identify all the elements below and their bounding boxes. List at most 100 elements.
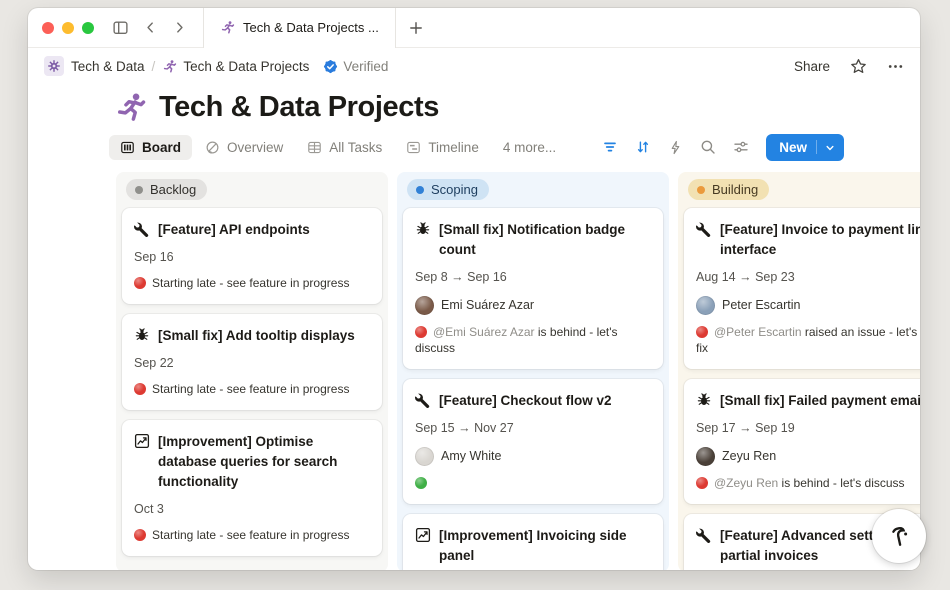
card-title: [Small fix] Notification badge count [439, 220, 651, 260]
cursor-glyph-icon [884, 521, 914, 551]
card-status: Starting late - see feature in progress [134, 527, 370, 543]
card-date: Oct 3 [134, 501, 370, 518]
kanban-column-building: Building [Feature] Invoice to payment lin… [678, 172, 920, 570]
bug-icon [134, 326, 150, 346]
task-card[interactable]: [Feature] API endpointsSep 16Starting la… [122, 208, 382, 304]
status-group-pill[interactable]: Scoping [407, 179, 489, 200]
page-title[interactable]: Tech & Data Projects [159, 91, 439, 124]
status-text: Starting late - see feature in progress [152, 276, 349, 290]
cursor-badge [872, 509, 926, 563]
card-status: @Emi Suárez Azar is behind - let's discu… [415, 324, 651, 356]
column-header: Building [678, 172, 920, 208]
assignee-name: Amy White [441, 446, 501, 466]
zoom-window-button[interactable] [82, 22, 94, 34]
breadcrumb: Tech & Data / Tech & Data Projects Verif… [28, 48, 920, 84]
avatar [415, 296, 434, 315]
new-tab-icon[interactable] [408, 20, 424, 36]
close-window-button[interactable] [42, 22, 54, 34]
status-mention: @Emi Suárez Azar [433, 325, 538, 339]
view-controls: New [602, 134, 844, 161]
card-status: Starting late - see feature in progress [134, 381, 370, 397]
favorite-star-icon[interactable] [850, 58, 867, 75]
views-bar: Board Overview All Tasks Timeline 4 more… [120, 130, 920, 164]
app-window: Tech & Data Projects ... Tech & Data / T… [28, 8, 920, 570]
browser-tab[interactable]: Tech & Data Projects ... [203, 8, 396, 48]
tab-board-label: Board [142, 140, 181, 155]
status-dot-icon [696, 326, 708, 338]
lightning-icon[interactable] [668, 140, 683, 155]
assignee-name: Peter Escartin [722, 295, 801, 315]
runner-icon [220, 20, 235, 35]
page-header: Tech & Data Projects [28, 91, 920, 124]
back-icon[interactable] [143, 20, 158, 35]
verified-badge[interactable]: Verified [323, 59, 388, 74]
avatar [696, 296, 715, 315]
assignee-name: Emi Suárez Azar [441, 295, 534, 315]
new-button[interactable]: New [766, 134, 844, 161]
minimize-window-button[interactable] [62, 22, 74, 34]
card-assignee: Emi Suárez Azar [415, 295, 651, 315]
timeline-icon [406, 140, 421, 155]
sort-icon[interactable] [635, 139, 651, 155]
status-group-pill[interactable]: Building [688, 179, 769, 200]
status-dot-icon [134, 383, 146, 395]
column-header: Scoping [397, 172, 669, 208]
forward-icon[interactable] [172, 20, 187, 35]
chart-icon [415, 526, 431, 566]
table-icon [307, 140, 322, 155]
avatar [415, 447, 434, 466]
breadcrumb-page[interactable]: Tech & Data Projects [183, 59, 309, 74]
status-dot-icon [135, 186, 143, 194]
card-assignee: Zeyu Ren [696, 446, 920, 466]
breadcrumb-workspace[interactable]: Tech & Data [71, 59, 145, 74]
tab-overview[interactable]: Overview [205, 140, 283, 155]
card-title: [Feature] Invoice to payment link interf… [720, 220, 920, 260]
share-button[interactable]: Share [794, 59, 830, 74]
task-card[interactable]: [Feature] Invoice to payment link interf… [684, 208, 920, 369]
status-dot-icon [416, 186, 424, 194]
card-date: Sep 15 → Nov 27 [415, 420, 651, 437]
status-text: Starting late - see feature in progress [152, 382, 349, 396]
task-card[interactable]: [Improvement] Invoicing side panelSep 15… [403, 514, 663, 570]
task-card[interactable]: [Small fix] Add tooltip displaysSep 22St… [122, 314, 382, 410]
settings-sliders-icon[interactable] [733, 139, 749, 155]
status-group-pill[interactable]: Backlog [126, 179, 207, 200]
chevron-down-icon[interactable] [816, 140, 844, 154]
breadcrumb-divider: / [152, 59, 156, 74]
tab-timeline[interactable]: Timeline [406, 140, 479, 155]
tab-timeline-label: Timeline [428, 140, 479, 155]
card-status: @Peter Escartin raised an issue - let's … [696, 324, 920, 356]
card-status: @Zeyu Ren is behind - let's discuss [696, 475, 920, 491]
more-views-button[interactable]: 4 more... [503, 140, 556, 155]
filter-icon[interactable] [602, 139, 618, 155]
card-title: [Feature] API endpoints [158, 220, 310, 240]
status-mention: @Zeyu Ren [714, 476, 782, 490]
search-icon[interactable] [700, 139, 716, 155]
kanban-column-scoping: Scoping [Small fix] Notification badge co… [397, 172, 669, 570]
tab-all-tasks[interactable]: All Tasks [307, 140, 382, 155]
status-dot-icon [697, 186, 705, 194]
board: Backlog [Feature] API endpointsSep 16Star… [116, 172, 920, 570]
overview-icon [205, 140, 220, 155]
card-assignee: Peter Escartin [696, 295, 920, 315]
runner-icon [162, 59, 177, 74]
task-card[interactable]: [Small fix] Failed payment emailSep 17 →… [684, 379, 920, 504]
task-card[interactable]: [Small fix] Notification badge countSep … [403, 208, 663, 369]
card-date: Aug 14 → Sep 23 [696, 269, 920, 286]
kanban-column-backlog: Backlog [Feature] API endpointsSep 16Star… [116, 172, 388, 570]
column-title: Scoping [431, 182, 478, 197]
card-title: [Improvement] Invoicing side panel [439, 526, 651, 566]
page-icon-runner[interactable] [114, 91, 147, 124]
task-card[interactable]: [Improvement] Optimise database queries … [122, 420, 382, 556]
wrench-icon [696, 526, 712, 566]
sidebar-toggle-icon[interactable] [112, 19, 129, 36]
more-options-icon[interactable] [887, 58, 904, 75]
status-dot-icon [134, 277, 146, 289]
bug-icon [415, 220, 431, 260]
task-card[interactable]: [Feature] Checkout flow v2Sep 15 → Nov 2… [403, 379, 663, 504]
tab-board[interactable]: Board [109, 135, 192, 160]
tab-all-tasks-label: All Tasks [329, 140, 382, 155]
assignee-name: Zeyu Ren [722, 446, 776, 466]
board-icon [120, 140, 135, 155]
tab-strip: Tech & Data Projects ... [28, 8, 920, 48]
